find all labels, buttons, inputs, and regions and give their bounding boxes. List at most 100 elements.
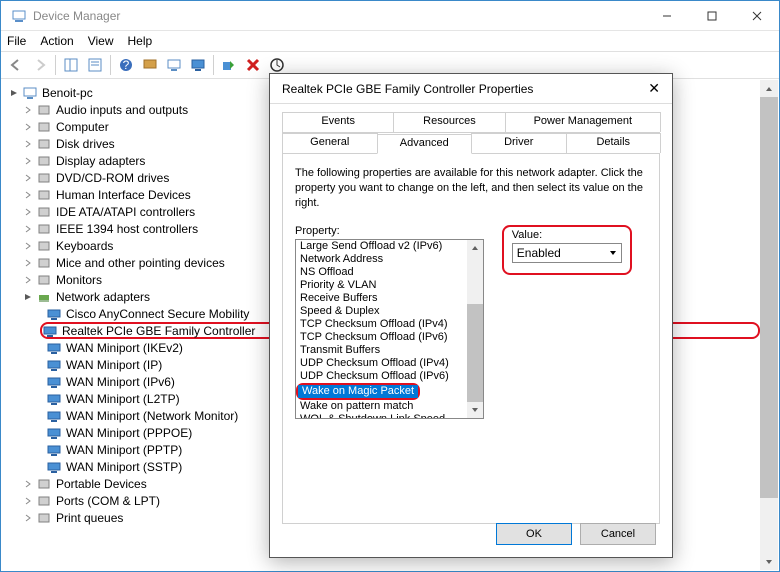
property-item[interactable]: Large Send Offload v2 (IPv6) — [296, 240, 467, 253]
ok-button[interactable]: OK — [496, 523, 572, 545]
value-dropdown[interactable]: Enabled — [512, 243, 622, 263]
menu-action[interactable]: Action — [40, 34, 73, 48]
expand-icon[interactable] — [22, 223, 34, 235]
collapse-icon[interactable] — [8, 87, 20, 99]
scroll-up-icon[interactable] — [467, 240, 483, 256]
property-listbox[interactable]: Large Send Offload v2 (IPv6)Network Addr… — [295, 239, 484, 419]
menu-help[interactable]: Help — [128, 34, 153, 48]
tree-label: WAN Miniport (PPPOE) — [66, 426, 192, 440]
tree-label: Display adapters — [56, 154, 145, 168]
tree-label: WAN Miniport (IP) — [66, 358, 162, 372]
tab-advanced[interactable]: Advanced — [377, 134, 473, 154]
device-icon — [36, 187, 52, 203]
dialog-titlebar: Realtek PCIe GBE Family Controller Prope… — [270, 74, 672, 104]
expand-icon[interactable] — [22, 512, 34, 524]
property-item[interactable]: Priority & VLAN — [296, 279, 467, 292]
property-item[interactable]: TCP Checksum Offload (IPv4) — [296, 318, 467, 331]
tab-power-management[interactable]: Power Management — [505, 112, 661, 132]
device-icon — [36, 119, 52, 135]
property-item[interactable]: UDP Checksum Offload (IPv6) — [296, 370, 467, 383]
tree-label: Ports (COM & LPT) — [56, 494, 160, 508]
device-icon — [36, 476, 52, 492]
chevron-down-icon — [609, 249, 617, 257]
tab-events[interactable]: Events — [282, 112, 394, 132]
list-scrollbar[interactable] — [467, 240, 483, 418]
value-label: Value: — [512, 229, 622, 241]
expand-icon[interactable] — [22, 257, 34, 269]
maximize-button[interactable] — [689, 1, 734, 30]
enable-icon[interactable] — [218, 54, 240, 76]
property-item[interactable]: Wake on pattern match — [296, 400, 467, 413]
show-hide-icon[interactable] — [60, 54, 82, 76]
expand-icon[interactable] — [22, 478, 34, 490]
property-item[interactable]: Speed & Duplex — [296, 305, 467, 318]
menu-file[interactable]: File — [7, 34, 26, 48]
network-adapter-icon — [46, 459, 62, 475]
app-icon — [11, 8, 27, 24]
tab-details[interactable]: Details — [566, 133, 662, 153]
scroll-thumb[interactable] — [467, 304, 483, 401]
tree-label: WAN Miniport (IKEv2) — [66, 341, 183, 355]
window-title: Device Manager — [33, 9, 644, 23]
expand-icon[interactable] — [22, 495, 34, 507]
computer-icon[interactable] — [139, 54, 161, 76]
device-icon — [36, 493, 52, 509]
expand-icon[interactable] — [22, 155, 34, 167]
expand-icon[interactable] — [22, 104, 34, 116]
property-item[interactable]: Transmit Buffers — [296, 344, 467, 357]
property-item[interactable]: UDP Checksum Offload (IPv4) — [296, 357, 467, 370]
scroll-down-icon[interactable] — [467, 402, 483, 418]
dialog-close-icon[interactable]: ✕ — [648, 80, 660, 97]
scroll-thumb[interactable] — [760, 97, 778, 498]
tab-driver[interactable]: Driver — [471, 133, 567, 153]
expand-icon[interactable] — [22, 189, 34, 201]
monitor-icon[interactable] — [187, 54, 209, 76]
property-item[interactable]: Receive Buffers — [296, 292, 467, 305]
tab-resources[interactable]: Resources — [393, 112, 505, 132]
property-item[interactable]: WOL & Shutdown Link Speed — [296, 413, 467, 419]
network-adapter-icon — [46, 340, 62, 356]
property-item[interactable]: Network Address — [296, 253, 467, 266]
device-icon — [36, 153, 52, 169]
device-icon — [36, 170, 52, 186]
expand-icon[interactable] — [22, 206, 34, 218]
expand-icon[interactable] — [22, 240, 34, 252]
tree-label: Realtek PCIe GBE Family Controller — [62, 324, 255, 338]
tree-label: Keyboards — [56, 239, 113, 253]
expand-icon[interactable] — [22, 172, 34, 184]
expand-icon[interactable] — [22, 138, 34, 150]
scroll-down-icon[interactable] — [760, 553, 778, 570]
scan-icon[interactable] — [163, 54, 185, 76]
forward-icon[interactable] — [29, 54, 51, 76]
scroll-up-icon[interactable] — [760, 80, 778, 97]
tree-label: WAN Miniport (Network Monitor) — [66, 409, 238, 423]
cancel-button[interactable]: Cancel — [580, 523, 656, 545]
tab-general[interactable]: General — [282, 133, 378, 153]
property-item[interactable]: NS Offload — [296, 266, 467, 279]
device-icon — [36, 238, 52, 254]
tree-scrollbar[interactable] — [760, 80, 778, 570]
dialog-buttons: OK Cancel — [496, 523, 656, 545]
minimize-button[interactable] — [644, 1, 689, 30]
network-adapter-icon — [46, 425, 62, 441]
close-button[interactable] — [734, 1, 779, 30]
tree-label: Human Interface Devices — [56, 188, 191, 202]
expand-icon[interactable] — [22, 274, 34, 286]
tree-label: WAN Miniport (PPTP) — [66, 443, 182, 457]
tree-label: Audio inputs and outputs — [56, 103, 188, 117]
properties-icon[interactable] — [84, 54, 106, 76]
property-item[interactable]: TCP Checksum Offload (IPv6) — [296, 331, 467, 344]
uninstall-icon[interactable] — [242, 54, 264, 76]
property-label: Property: — [295, 225, 484, 237]
property-item[interactable]: Wake on Magic Packet — [298, 385, 418, 398]
expand-icon[interactable] — [22, 121, 34, 133]
menu-view[interactable]: View — [88, 34, 114, 48]
help-icon[interactable]: ? — [115, 54, 137, 76]
collapse-icon[interactable] — [22, 291, 34, 303]
back-icon[interactable] — [5, 54, 27, 76]
device-icon — [36, 255, 52, 271]
tab-strip: Events Resources Power Management Genera… — [282, 112, 660, 154]
tab-page-advanced: The following properties are available f… — [282, 154, 660, 524]
svg-text:?: ? — [123, 58, 130, 72]
network-adapter-icon — [46, 408, 62, 424]
